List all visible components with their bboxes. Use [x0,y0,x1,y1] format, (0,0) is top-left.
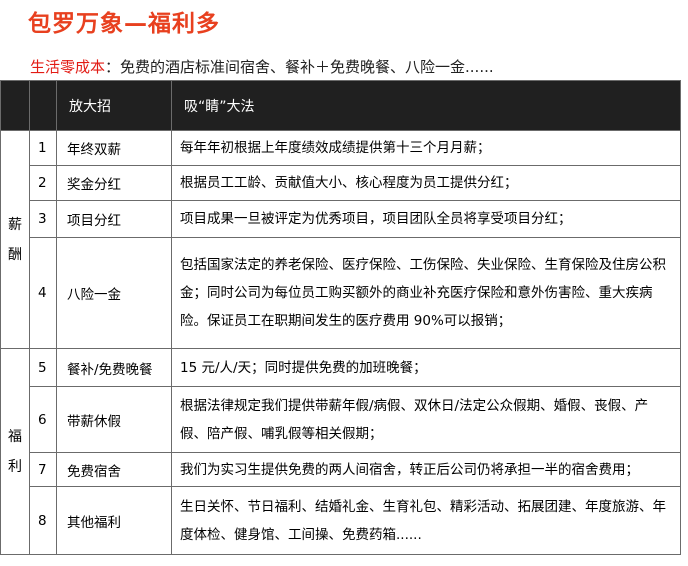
header-number [29,80,57,131]
table-row: 8 其他福利 生日关怀、节日福利、结婚礼金、生育礼包、精彩活动、拓展团建、年度旅… [1,486,681,555]
table-row: 3 项目分红 项目成果一旦被评定为优秀项目，项目团队全员将享受项目分红； [1,200,681,238]
row-name: 带薪休假 [56,386,172,453]
category-welfare: 福 利 [0,348,30,555]
row-number: 4 [29,237,57,349]
row-name: 餐补/免费晚餐 [56,348,172,387]
row-description: 每年年初根据上年度绩效成绩提供第十三个月月薪； [171,130,681,166]
table-row: 福 利 5 餐补/免费晚餐 15 元/人/天；同时提供免费的加班晚餐； [0,348,681,555]
benefits-table: 放大招 吸“睛”大法 薪 酬 1 年终双薪 每年年初根据上年度绩效成绩提供第十三… [0,80,681,555]
row-name: 免费宿舍 [56,452,172,487]
row-description: 15 元/人/天；同时提供免费的加班晚餐； [171,348,681,387]
row-description: 我们为实习生提供免费的两人间宿舍，转正后公司仍将承担一半的宿舍费用； [171,452,681,487]
table-row: 2 奖金分红 根据员工工龄、贡献值大小、核心程度为员工提供分红； [1,165,681,201]
header-description: 吸“睛”大法 [171,80,681,131]
table-row: 7 免费宿舍 我们为实习生提供免费的两人间宿舍，转正后公司仍将承担一半的宿舍费用… [1,452,681,487]
subtitle-label: 生活零成本 [30,58,106,76]
row-name: 其他福利 [56,486,172,555]
row-name: 奖金分红 [56,165,172,201]
row-number: 2 [29,165,57,201]
row-number: 8 [29,486,57,555]
row-description: 包括国家法定的养老保险、医疗保险、工伤保险、失业保险、生育保险及住房公积金；同时… [171,237,681,349]
row-description: 根据员工工龄、贡献值大小、核心程度为员工提供分红； [171,165,681,201]
row-number: 7 [29,452,57,487]
table-header-row: 放大招 吸“睛”大法 [0,80,681,131]
table-row: 4 八险一金 包括国家法定的养老保险、医疗保险、工伤保险、失业保险、生育保险及住… [1,237,681,349]
header-category [0,80,30,131]
row-description: 根据法律规定我们提供带薪年假/病假、双休日/法定公众假期、婚假、丧假、产假、陪产… [171,386,681,453]
row-description: 生日关怀、节日福利、结婚礼金、生育礼包、精彩活动、拓展团建、年度旅游、年度体检、… [171,486,681,555]
subtitle-text: ：免费的酒店标准间宿舍、餐补＋免费晚餐、八险一金...... [105,58,494,76]
header-item: 放大招 [56,80,172,131]
subtitle: 生活零成本：免费的酒店标准间宿舍、餐补＋免费晚餐、八险一金...... [30,56,494,77]
row-name: 年终双薪 [56,130,172,166]
row-number: 1 [29,130,57,166]
page-title: 包罗万象—福利多 [28,11,220,37]
row-description: 项目成果一旦被评定为优秀项目，项目团队全员将享受项目分红； [171,200,681,238]
row-number: 5 [29,348,57,387]
row-name: 八险一金 [56,237,172,349]
row-number: 3 [29,200,57,238]
category-salary: 薪 酬 [0,130,30,349]
table-row: 6 带薪休假 根据法律规定我们提供带薪年假/病假、双休日/法定公众假期、婚假、丧… [1,386,681,453]
row-number: 6 [29,386,57,453]
table-row: 薪 酬 1 年终双薪 每年年初根据上年度绩效成绩提供第十三个月月薪； [0,130,681,349]
row-name: 项目分红 [56,200,172,238]
